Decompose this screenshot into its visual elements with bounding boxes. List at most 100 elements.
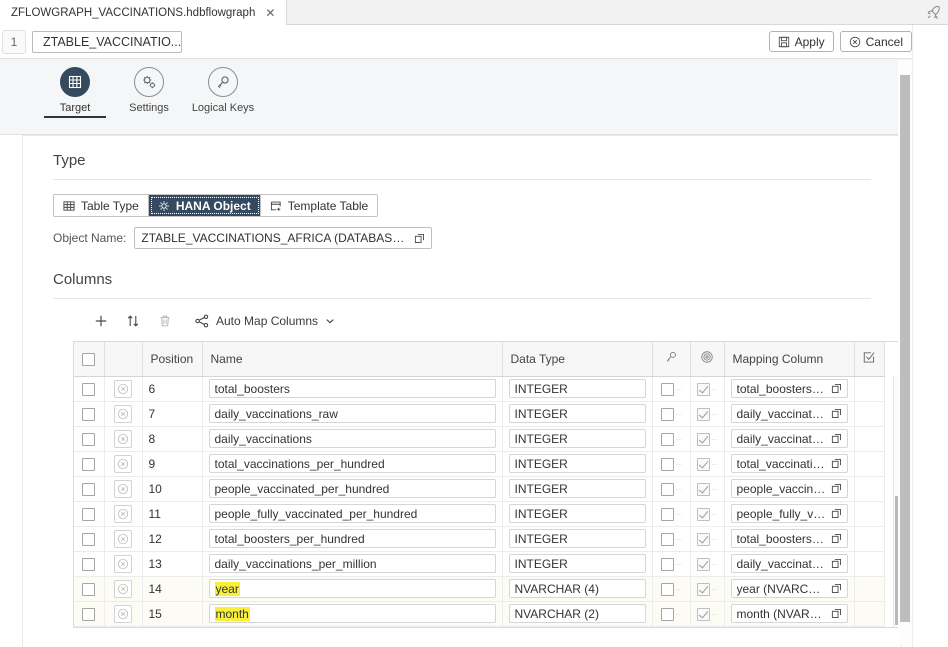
- row-target-cell[interactable]: ··: [690, 576, 725, 602]
- row-remove-cell[interactable]: [104, 576, 143, 602]
- row-mapping-cell[interactable]: people_vaccinat...: [724, 476, 855, 502]
- row-remove-cell[interactable]: [104, 401, 143, 427]
- row-select-cell[interactable]: [74, 426, 105, 452]
- row-data-type-cell[interactable]: INTEGER: [502, 551, 653, 577]
- table-row[interactable]: 11 people_fully_vaccinated_per_hundred INT…: [74, 501, 885, 527]
- row-select-checkbox[interactable]: [82, 582, 96, 596]
- row-data-type-cell[interactable]: INTEGER: [502, 426, 653, 452]
- key-checkbox[interactable]: [660, 407, 674, 421]
- data-type-input[interactable]: INTEGER: [508, 479, 646, 498]
- target-checkbox[interactable]: [696, 557, 710, 571]
- column-name-input[interactable]: daily_vaccinations_per_million: [208, 554, 496, 573]
- row-select-cell[interactable]: [74, 401, 105, 427]
- row-remove-cell[interactable]: [104, 376, 143, 402]
- row-target-cell[interactable]: ··: [690, 401, 725, 427]
- value-help-icon[interactable]: [410, 233, 425, 244]
- row-select-cell[interactable]: [74, 576, 105, 602]
- value-help-icon[interactable]: [827, 583, 842, 594]
- column-name-input[interactable]: daily_vaccinations: [208, 429, 496, 448]
- target-checkbox[interactable]: [696, 457, 710, 471]
- tab-logical-keys[interactable]: Logical Keys: [186, 59, 260, 114]
- row-name-cell[interactable]: total_boosters: [202, 376, 503, 402]
- data-type-input[interactable]: INTEGER: [508, 379, 646, 398]
- data-type-input[interactable]: INTEGER: [508, 429, 646, 448]
- data-type-input[interactable]: NVARCHAR (2): [508, 604, 646, 623]
- row-mapping-cell[interactable]: total_boosters (I...: [724, 376, 855, 402]
- mapping-column-input[interactable]: year (NVARCH...: [730, 579, 848, 598]
- table-row[interactable]: 8 daily_vaccinations INTEGER ·· ·· daily_vacc…: [74, 426, 885, 452]
- row-key-cell[interactable]: ··: [652, 476, 691, 502]
- row-remove-cell[interactable]: [104, 426, 143, 452]
- mapping-column-input[interactable]: daily_vaccinatio...: [730, 554, 848, 573]
- row-target-cell[interactable]: ··: [690, 551, 725, 577]
- table-row[interactable]: 6 total_boosters INTEGER ·· ·· total_boosters…: [74, 376, 885, 402]
- column-name-input[interactable]: total_vaccinations_per_hundred: [208, 454, 496, 473]
- row-select-checkbox[interactable]: [82, 432, 96, 446]
- value-help-icon[interactable]: [827, 408, 842, 419]
- data-type-input[interactable]: INTEGER: [508, 529, 646, 548]
- row-key-cell[interactable]: ··: [652, 601, 691, 627]
- row-select-checkbox[interactable]: [82, 382, 96, 396]
- row-mapping-cell[interactable]: daily_vaccinatio...: [724, 401, 855, 427]
- value-help-icon[interactable]: [827, 533, 842, 544]
- mapping-column-input[interactable]: month (NVARC...: [730, 604, 848, 623]
- row-select-checkbox[interactable]: [82, 482, 96, 496]
- remove-row-icon[interactable]: [114, 429, 132, 448]
- column-name-input[interactable]: total_boosters_per_hundred: [208, 529, 496, 548]
- table-row[interactable]: 9 total_vaccinations_per_hundred INTEGER ··…: [74, 451, 885, 477]
- remove-row-icon[interactable]: [114, 554, 132, 573]
- mapping-column-input[interactable]: daily_vaccinatio...: [730, 404, 848, 423]
- row-data-type-cell[interactable]: INTEGER: [502, 501, 653, 527]
- row-data-type-cell[interactable]: INTEGER: [502, 451, 653, 477]
- row-data-type-cell[interactable]: NVARCHAR (2): [502, 601, 653, 627]
- mapping-column-input[interactable]: total_boosters (I...: [730, 379, 848, 398]
- column-name-input[interactable]: daily_vaccinations_raw: [208, 404, 496, 423]
- remove-row-icon[interactable]: [114, 479, 132, 498]
- row-select-cell[interactable]: [74, 376, 105, 402]
- value-help-icon[interactable]: [827, 458, 842, 469]
- key-checkbox[interactable]: [660, 457, 674, 471]
- row-select-checkbox[interactable]: [82, 607, 96, 621]
- close-icon[interactable]: ✕: [263, 6, 277, 20]
- row-mapping-cell[interactable]: year (NVARCH...: [724, 576, 855, 602]
- select-all-checkbox[interactable]: [82, 352, 96, 366]
- row-name-cell[interactable]: people_fully_vaccinated_per_hundred: [202, 501, 503, 527]
- segment-hana-object[interactable]: HANA Object: [148, 195, 261, 216]
- row-data-type-cell[interactable]: NVARCHAR (4): [502, 576, 653, 602]
- target-checkbox[interactable]: [696, 382, 710, 396]
- remove-row-icon[interactable]: [114, 504, 132, 523]
- table-row[interactable]: 10 people_vaccinated_per_hundred INTEGER ··…: [74, 476, 885, 502]
- mapping-column-input[interactable]: people_vaccinat...: [730, 479, 848, 498]
- row-name-cell[interactable]: month: [202, 601, 503, 627]
- apply-button[interactable]: Apply: [768, 31, 834, 52]
- row-key-cell[interactable]: ··: [652, 501, 691, 527]
- row-target-cell[interactable]: ··: [690, 476, 725, 502]
- table-row[interactable]: 14 year NVARCHAR (4) ·· ·· year (NVARCH...: [74, 576, 885, 602]
- row-key-cell[interactable]: ··: [652, 401, 691, 427]
- remove-row-icon[interactable]: [114, 604, 132, 623]
- data-type-input[interactable]: INTEGER: [508, 404, 646, 423]
- value-help-icon[interactable]: [827, 383, 842, 394]
- file-tab-flowgraph[interactable]: ZFLOWGRAPH_VACCINATIONS.hdbflowgraph ✕: [0, 0, 288, 25]
- column-name-input[interactable]: people_vaccinated_per_hundred: [208, 479, 496, 498]
- column-name-input[interactable]: year: [208, 579, 496, 598]
- row-remove-cell[interactable]: [104, 551, 143, 577]
- target-checkbox[interactable]: [696, 432, 710, 446]
- row-key-cell[interactable]: ··: [652, 376, 691, 402]
- row-select-cell[interactable]: [74, 601, 105, 627]
- sort-columns-button[interactable]: [117, 309, 149, 333]
- row-remove-cell[interactable]: [104, 451, 143, 477]
- row-name-cell[interactable]: year: [202, 576, 503, 602]
- row-target-cell[interactable]: ··: [690, 376, 725, 402]
- row-select-checkbox[interactable]: [82, 532, 96, 546]
- data-type-input[interactable]: NVARCHAR (4): [508, 579, 646, 598]
- mapping-column-input[interactable]: daily_vaccinatio...: [730, 429, 848, 448]
- table-row[interactable]: 12 total_boosters_per_hundred INTEGER ·· ·· t…: [74, 526, 885, 552]
- row-target-cell[interactable]: ··: [690, 501, 725, 527]
- table-row[interactable]: 7 daily_vaccinations_raw INTEGER ·· ·· daily_…: [74, 401, 885, 427]
- remove-row-icon[interactable]: [114, 404, 132, 423]
- table-row[interactable]: 15 month NVARCHAR (2) ·· ·· month (NVARC...: [74, 601, 885, 627]
- mapping-column-input[interactable]: total_boosters_...: [730, 529, 848, 548]
- row-select-cell[interactable]: [74, 451, 105, 477]
- breadcrumb-node-button[interactable]: ZTABLE_VACCINATIO...: [32, 30, 182, 53]
